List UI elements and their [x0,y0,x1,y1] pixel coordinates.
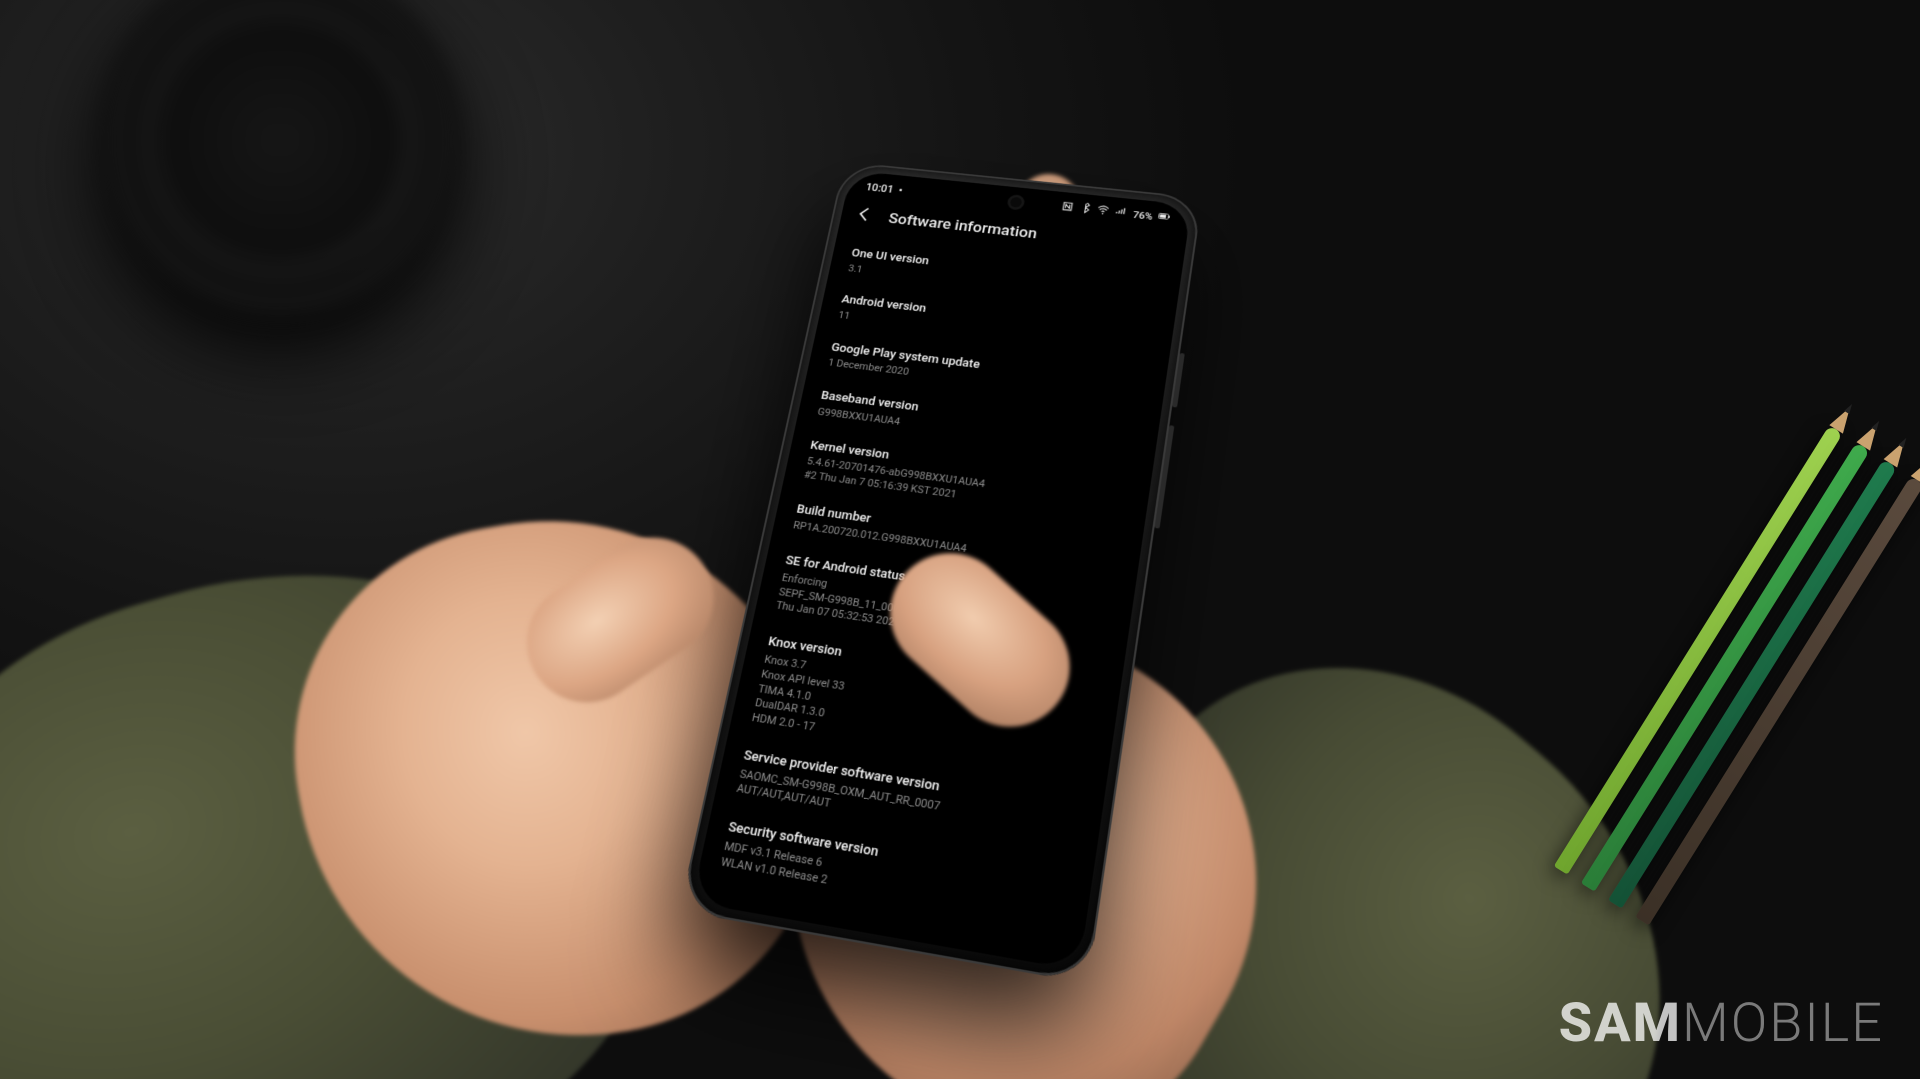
chevron-left-icon [853,204,877,224]
watermark-light: MOBILE [1682,992,1884,1055]
signal-icon [1114,206,1128,221]
pencil [1635,476,1920,925]
pencil [1608,459,1897,908]
watermark: SAMMOBILE [1559,992,1884,1055]
back-button[interactable] [852,204,876,227]
phone-side-button [1172,353,1185,408]
battery-icon [1157,210,1171,225]
pencil [1581,442,1870,891]
battery-percentage: 76% [1132,209,1153,222]
pencil [1554,425,1843,874]
bluetooth-icon [1078,202,1092,217]
status-notification-dot: • [898,184,904,196]
nfc-icon [1061,200,1075,215]
phone-side-button [1154,425,1174,528]
watermark-bold: SAM [1559,992,1682,1055]
pencils [1547,422,1920,932]
status-time: 10:01 [865,181,895,195]
photo-scene: 10:01 • 76% [0,0,1920,1079]
page-title: Software information [887,210,1038,242]
camera-lens-prop [100,0,460,320]
wifi-icon [1096,204,1110,219]
